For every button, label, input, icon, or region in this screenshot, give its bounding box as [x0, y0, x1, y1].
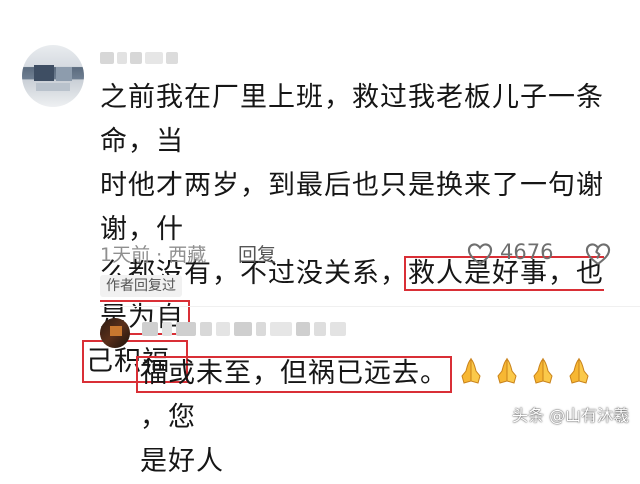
praying-hands-icon — [569, 357, 589, 384]
reply-line-1: 福或未至，但祸已远去。 ，您 — [136, 352, 620, 440]
divider — [100, 306, 640, 307]
reply-button[interactable]: 回复 — [238, 240, 276, 267]
highlight-box-3: 福或未至，但祸已远去。 — [136, 356, 452, 393]
replier-name-blurred[interactable] — [142, 322, 346, 336]
praying-hands-icon — [461, 357, 481, 384]
praying-hands-icon — [497, 357, 517, 384]
comment-line-2: 时他才两岁，到最后也只是换来了一句谢谢，什 — [100, 170, 604, 245]
like-count: 4676 — [500, 240, 554, 264]
comment-body: 之前我在厂里上班，救过我老板儿子一条命，当 时他才两岁，到最后也只是换来了一句谢… — [82, 76, 620, 384]
author-replied-badge: 作者回复过 — [100, 275, 182, 297]
watermark: 头条 @山有沐羲 — [512, 406, 630, 425]
praying-hands-icon — [533, 357, 553, 384]
commenter-avatar[interactable] — [22, 45, 84, 107]
comment-time-location: 1天前 · 西藏 — [100, 244, 207, 266]
reply-suffix: ，您 — [140, 402, 196, 433]
reply-line-2: 是好人 — [140, 446, 224, 477]
emoji-row — [456, 356, 594, 386]
heart-icon[interactable] — [466, 240, 494, 268]
comment-line-1: 之前我在厂里上班，救过我老板儿子一条命，当 — [100, 82, 604, 157]
broken-heart-icon[interactable] — [584, 240, 612, 268]
commenter-name-blurred[interactable] — [100, 50, 178, 66]
replier-avatar[interactable] — [100, 318, 130, 348]
